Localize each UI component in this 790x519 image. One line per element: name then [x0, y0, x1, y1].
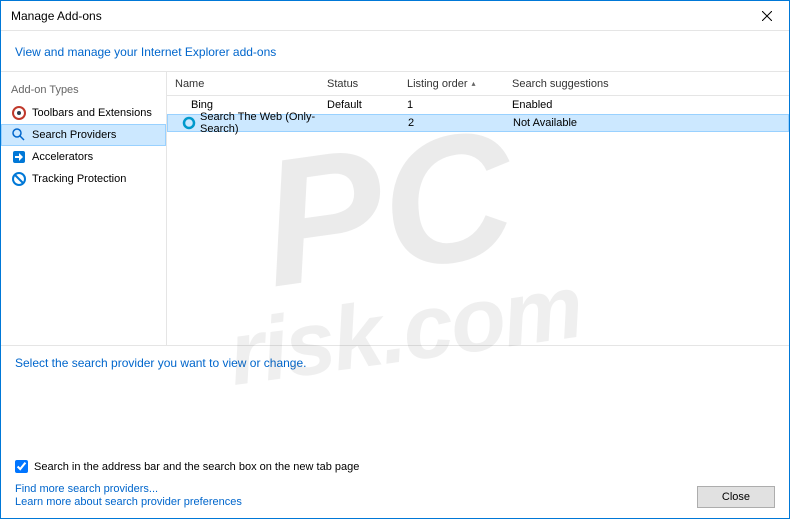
column-header-name[interactable]: Name	[167, 78, 327, 90]
provider-suggestions: Not Available	[513, 117, 633, 129]
provider-name: Search The Web (Only-Search)	[168, 111, 328, 135]
sidebar-item-label: Search Providers	[32, 129, 116, 141]
header-area: View and manage your Internet Explorer a…	[1, 31, 789, 72]
sidebar-item-label: Accelerators	[32, 151, 93, 163]
accelerator-icon	[11, 149, 27, 165]
instruction-text: Select the search provider you want to v…	[15, 356, 775, 370]
table-row[interactable]: Search The Web (Only-Search) 2 Not Avail…	[167, 114, 789, 132]
sidebar-item-search-providers[interactable]: Search Providers	[1, 124, 166, 146]
titlebar: Manage Add-ons	[1, 1, 789, 31]
sidebar-header: Add-on Types	[1, 80, 166, 102]
bottom-panel: Select the search provider you want to v…	[1, 345, 789, 518]
column-header-listing[interactable]: Listing order ▴	[407, 78, 512, 90]
manage-addons-window: Manage Add-ons View and manage your Inte…	[0, 0, 790, 519]
provider-status: Default	[327, 99, 407, 111]
provider-name: Bing	[167, 99, 327, 111]
learn-more-link[interactable]: Learn more about search provider prefere…	[15, 496, 242, 508]
toolbar-icon	[11, 105, 27, 121]
close-window-button[interactable]	[744, 1, 789, 31]
protection-icon	[11, 171, 27, 187]
content-pane: Name Status Listing order ▴ Search sugge…	[167, 72, 789, 345]
column-header-search[interactable]: Search suggestions	[512, 78, 632, 90]
table-body: Bing Default 1 Enabled Search The Web (O…	[167, 96, 789, 345]
header-description: View and manage your Internet Explorer a…	[15, 45, 276, 59]
checkbox-label: Search in the address bar and the search…	[34, 461, 359, 473]
search-icon	[11, 127, 27, 143]
ring-icon	[182, 115, 196, 131]
find-more-link[interactable]: Find more search providers...	[15, 483, 242, 495]
sidebar-item-label: Toolbars and Extensions	[32, 107, 152, 119]
provider-listing: 2	[408, 117, 513, 129]
sidebar: Add-on Types Toolbars and Extensions Sea…	[1, 72, 167, 345]
footer-links-left: Find more search providers... Learn more…	[15, 483, 242, 508]
close-icon	[762, 11, 772, 21]
table-header: Name Status Listing order ▴ Search sugge…	[167, 72, 789, 96]
address-bar-checkbox-row: Search in the address bar and the search…	[15, 460, 775, 473]
sidebar-item-label: Tracking Protection	[32, 173, 126, 185]
sidebar-item-accelerators[interactable]: Accelerators	[1, 146, 166, 168]
provider-suggestions: Enabled	[512, 99, 632, 111]
window-title: Manage Add-ons	[11, 9, 102, 23]
sort-ascending-icon: ▴	[472, 79, 476, 88]
close-button[interactable]: Close	[697, 486, 775, 508]
main-area: Add-on Types Toolbars and Extensions Sea…	[1, 72, 789, 345]
provider-listing: 1	[407, 99, 512, 111]
footer: Find more search providers... Learn more…	[15, 483, 775, 508]
address-bar-checkbox[interactable]	[15, 460, 28, 473]
sidebar-item-tracking-protection[interactable]: Tracking Protection	[1, 168, 166, 190]
column-header-status[interactable]: Status	[327, 78, 407, 90]
sidebar-item-toolbars[interactable]: Toolbars and Extensions	[1, 102, 166, 124]
